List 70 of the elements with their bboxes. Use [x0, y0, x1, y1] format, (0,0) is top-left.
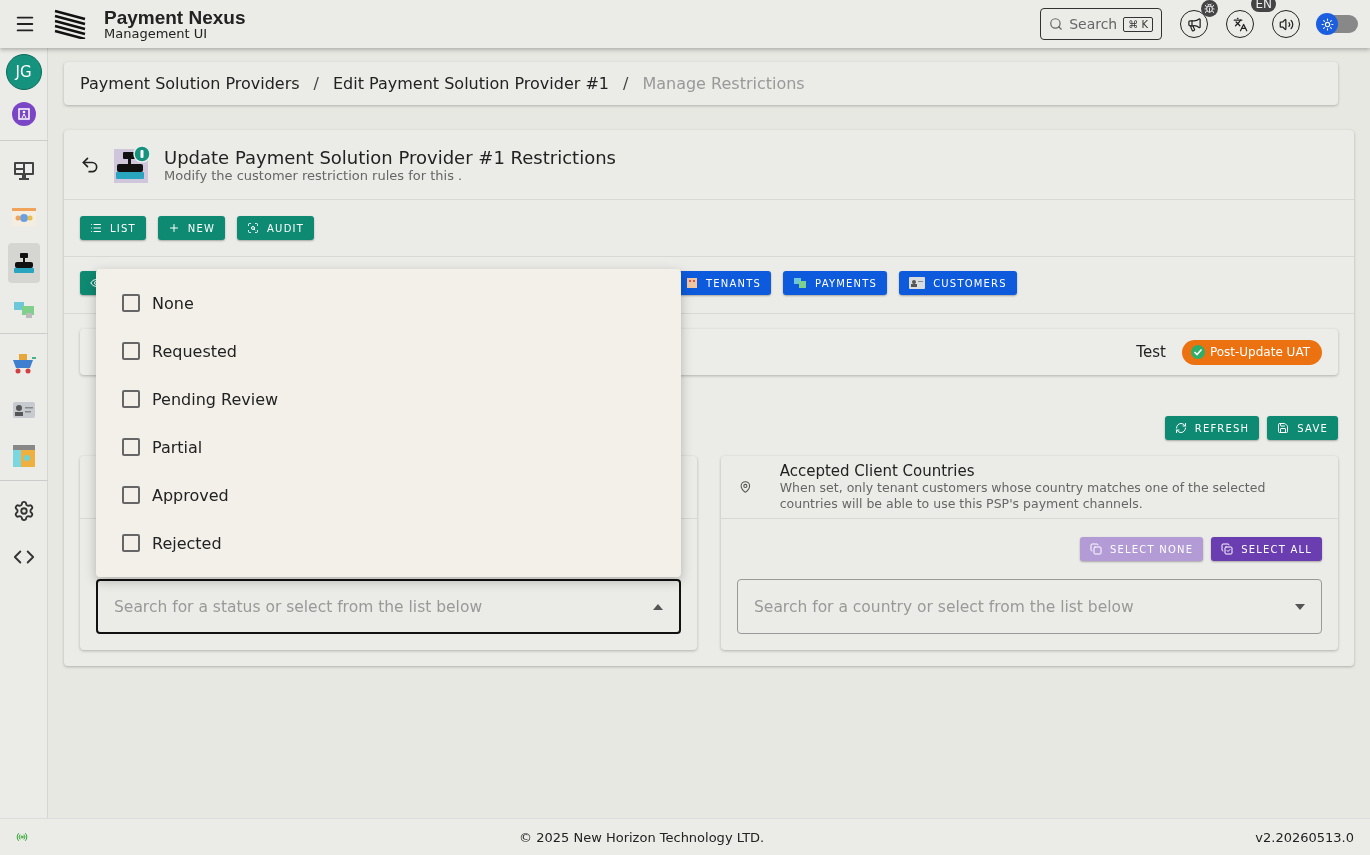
- exit-icon: [17, 108, 30, 120]
- back-button[interactable]: [80, 154, 100, 175]
- language-badge: EN: [1251, 0, 1276, 13]
- status-option[interactable]: Approved: [96, 471, 681, 519]
- megaphone-icon: [1186, 16, 1202, 32]
- connection-icon: [16, 831, 28, 843]
- card-description: When set, only tenant customers whose country matches one of the selected countries will be able to use this PSP's payment channels.: [779, 480, 1267, 512]
- refresh-icon: [1174, 422, 1187, 434]
- app-title: Payment Nexus: [104, 8, 246, 27]
- action-button[interactable]: NEW: [157, 216, 226, 240]
- copy-icon: [1221, 543, 1234, 555]
- gears-banner-icon: [11, 207, 36, 227]
- sun-icon: [1320, 17, 1334, 31]
- status-option[interactable]: Partial: [96, 423, 681, 471]
- status-option[interactable]: Pending Review: [96, 375, 681, 423]
- audit-icon: [247, 222, 260, 234]
- breadcrumb-link[interactable]: Edit Payment Solution Provider #1: [333, 74, 609, 93]
- action-button[interactable]: AUDIT: [237, 216, 314, 240]
- copyright-text: © 2025 New Horizon Technology LTD.: [518, 829, 766, 845]
- checkbox[interactable]: [122, 438, 140, 456]
- card-title: Accepted Client Countries: [779, 462, 976, 481]
- list-icon: [90, 222, 102, 234]
- version-text: v2.20260513.0: [1255, 829, 1354, 845]
- environment-badge: Post-Update UAT: [1181, 339, 1322, 365]
- search-icon: [1049, 17, 1064, 31]
- plus-icon: [167, 222, 180, 234]
- check-icon: [1189, 344, 1206, 360]
- checkbox[interactable]: [122, 294, 140, 312]
- environment-name: Test: [1136, 343, 1166, 361]
- status-option[interactable]: Rejected: [96, 519, 681, 567]
- shortcut-hint: ⌘ K: [1123, 16, 1153, 32]
- sidebar-item[interactable]: [7, 243, 40, 283]
- checkbox[interactable]: [122, 390, 140, 408]
- page-subtitle: Modify the customer restriction rules for this .: [164, 167, 464, 183]
- select-button[interactable]: SELECT ALL: [1211, 537, 1322, 561]
- cash-register-icon: [114, 145, 150, 184]
- checkbox[interactable]: [122, 486, 140, 504]
- id-card-icon: [909, 277, 926, 289]
- action-button[interactable]: LIST: [80, 216, 146, 240]
- copy-icon: [1090, 543, 1102, 555]
- speaker-icon: [1278, 16, 1294, 32]
- ledger-icon: [11, 444, 36, 468]
- user-avatar[interactable]: JG: [5, 54, 42, 90]
- caret-icon: [1295, 603, 1305, 610]
- related-tab[interactable]: PAYMENTS: [783, 271, 888, 295]
- save-icon: [1277, 422, 1290, 434]
- app-subtitle: Management UI: [104, 27, 209, 40]
- checkbox[interactable]: [122, 534, 140, 552]
- caret-icon: [653, 603, 663, 610]
- status-option[interactable]: Requested: [96, 327, 681, 375]
- monitor-icon: [12, 161, 35, 181]
- building-icon: [686, 277, 698, 289]
- breadcrumb-separator: /: [313, 74, 319, 93]
- settings-icon: [12, 500, 35, 522]
- toolbar-button[interactable]: REFRESH: [1164, 416, 1260, 440]
- search-button[interactable]: Search ⌘ K: [1040, 8, 1162, 40]
- transfer-icon: [793, 276, 808, 290]
- page-title: Update Payment Solution Provider #1 Restrictions: [164, 146, 616, 168]
- breadcrumb-separator: /: [623, 74, 629, 93]
- translate-icon: [1232, 16, 1248, 32]
- checkbox[interactable]: [122, 342, 140, 360]
- theme-toggle[interactable]: [1318, 15, 1358, 33]
- id-card-icon: [11, 401, 36, 419]
- cart-icon: [10, 353, 37, 375]
- exit-button[interactable]: [11, 102, 36, 126]
- breadcrumb-link[interactable]: Payment Solution Providers: [80, 74, 300, 93]
- cash-register-icon: [12, 252, 35, 274]
- logo-icon: [54, 9, 86, 39]
- toolbar-button[interactable]: SAVE: [1267, 416, 1338, 440]
- related-tab[interactable]: CUSTOMERS: [899, 271, 1017, 295]
